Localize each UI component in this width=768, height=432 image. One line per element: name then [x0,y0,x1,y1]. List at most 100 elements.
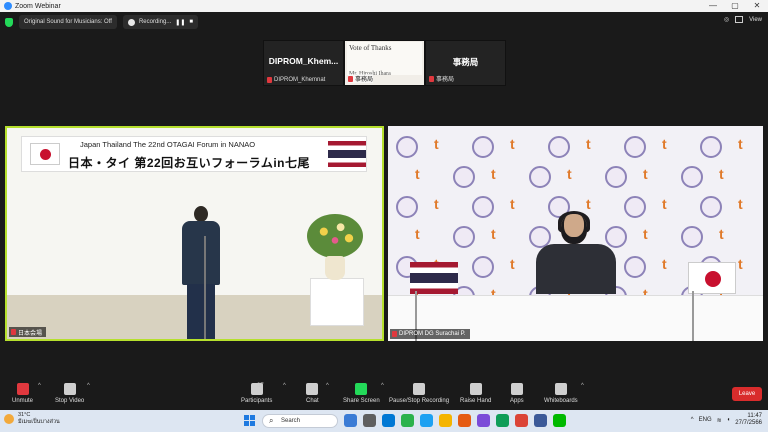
muted-mic-icon [392,331,397,337]
original-sound-pill[interactable]: Original Sound for Musicians: Off [19,15,117,29]
presenter-figure [531,211,621,294]
diprom-logo-icon [396,136,418,158]
meeting-topbar: Original Sound for Musicians: Off Record… [0,12,768,32]
diprom-logo-icon: t [491,166,496,182]
diprom-logo-icon: t [586,136,591,152]
weather-temp: 31°C [18,412,31,418]
wifi-icon[interactable]: ≋ [717,417,722,424]
unmute-button[interactable]: Unmute [12,383,33,404]
close-button[interactable]: ✕ [746,0,768,12]
video-tile-venue[interactable]: Japan Thailand The 22nd OTAGAI Forum in … [5,126,384,341]
diprom-logo-icon [700,136,722,158]
whiteboards-caret-icon[interactable]: ^ [581,383,584,389]
volume-icon[interactable]: ◖ [727,417,731,423]
pause-stop-recording-button[interactable]: Pause/Stop Recording [389,383,449,404]
thumbnail-strip: DIPROM_Khem... DIPROM_Khemnat Vote of Th… [263,40,506,86]
participants-count: 37 [257,383,264,389]
diprom-logo-icon [396,196,418,218]
diprom-logo-icon: t [434,136,439,152]
chat-bubble-icon [306,383,319,395]
minimize-button[interactable]: — [702,0,724,12]
participant-thumbnail[interactable]: DIPROM_Khem... DIPROM_Khemnat [263,40,344,86]
raise-hand-icon [469,383,482,395]
taskbar-app-icon[interactable] [439,414,452,427]
speaker-view-icon[interactable]: ◎ [724,16,729,23]
video-nametag: DIPROM DG Surachai P. [390,329,470,339]
participants-button[interactable]: 37 Participants [241,383,272,404]
diprom-logo-icon [624,196,646,218]
diprom-logo-icon: t [738,196,743,212]
diprom-logo-icon: t [567,166,572,182]
thailand-flag-icon [410,262,458,294]
diprom-logo-icon [605,166,627,188]
participant-label: DIPROM_Khemnat [267,77,325,83]
taskbar-app-icon[interactable] [534,414,547,427]
weather-widget[interactable]: 31°C มีเมฆเป็นบางส่วน [4,412,60,426]
video-options-caret-icon[interactable]: ^ [87,383,90,389]
diprom-logo-icon [453,226,475,248]
taskbar-app-icon[interactable] [420,414,433,427]
pause-recording-icon[interactable]: ❚❚ [175,19,185,26]
raise-hand-button[interactable]: Raise Hand [460,383,491,404]
diprom-logo-icon: t [415,226,420,242]
apps-button[interactable]: Apps [510,383,524,404]
whiteboards-button[interactable]: Whiteboards [544,383,578,404]
view-label: View [749,16,762,23]
diprom-logo-icon: t [415,166,420,182]
taskbar-app-icon[interactable] [382,414,395,427]
audio-options-caret-icon[interactable]: ^ [38,383,41,389]
mic-stand [204,236,206,339]
maximize-button[interactable]: ▢ [724,0,746,12]
muted-mic-icon [11,329,16,335]
diprom-logo-icon: t [662,256,667,272]
speaker-figure [177,206,227,339]
video-tile-diprom[interactable]: tttttttttttttttttttttttttttttt DIPROM DG… [388,126,763,341]
taskbar-app-icon[interactable] [553,414,566,427]
zoom-logo-icon [4,2,12,10]
video-camera-icon [63,383,76,395]
language-indicator[interactable]: ENG [699,417,712,423]
taskbar-app-icon[interactable] [458,414,471,427]
taskbar-clock[interactable]: 11:47 27/7/2566 [735,413,762,427]
flower-vase [325,256,345,280]
flower-arrangement [307,214,363,258]
share-screen-button[interactable]: Share Screen [343,383,380,404]
whiteboard-icon [554,383,567,395]
taskbar-app-icon[interactable] [477,414,490,427]
taskbar-app-icon[interactable] [515,414,528,427]
diprom-logo-icon: t [434,196,439,212]
diprom-logo-icon: t [510,256,515,272]
security-shield-icon[interactable] [5,17,13,27]
diprom-logo-icon: t [662,196,667,212]
chat-button[interactable]: Chat [306,383,319,404]
participant-name: 事務局 [452,57,479,67]
leave-button[interactable]: Leave [732,387,762,401]
stop-video-button[interactable]: Stop Video [55,383,84,404]
participant-thumbnail[interactable]: 事務局 事務局 [425,40,506,86]
diprom-logo-icon [700,196,722,218]
stop-recording-icon[interactable]: ■ [189,19,193,25]
taskbar-app-icon[interactable] [344,414,357,427]
diprom-logo-icon [624,256,646,278]
forum-banner: Japan Thailand The 22nd OTAGAI Forum in … [21,136,367,172]
japan-flag-icon [30,143,60,165]
diprom-logo-icon [453,166,475,188]
view-control[interactable]: ◎ View [724,16,762,23]
chat-caret-icon[interactable]: ^ [326,383,329,389]
recording-pill[interactable]: Recording... ❚❚ ■ [122,15,198,29]
diprom-logo-icon: t [643,226,648,242]
banner-english: Japan Thailand The 22nd OTAGAI Forum in … [80,140,256,149]
participants-caret-icon[interactable]: ^ [283,383,286,389]
diprom-logo-icon [681,166,703,188]
diprom-logo-icon: t [719,166,724,182]
taskbar-search[interactable]: Search [262,414,338,428]
taskbar-app-icon[interactable] [363,414,376,427]
taskbar-app-icon[interactable] [496,414,509,427]
windows-start-icon[interactable] [244,415,255,426]
participant-thumbnail-document[interactable]: Vote of Thanks Mr. Hiroshi Ihara 事務局 [344,40,425,86]
weather-text: มีเมฆเป็นบางส่วน [18,419,60,425]
taskbar-app-icon[interactable] [401,414,414,427]
diprom-logo-icon [624,136,646,158]
chevron-up-icon[interactable]: ^ [691,417,694,423]
share-caret-icon[interactable]: ^ [381,383,384,389]
